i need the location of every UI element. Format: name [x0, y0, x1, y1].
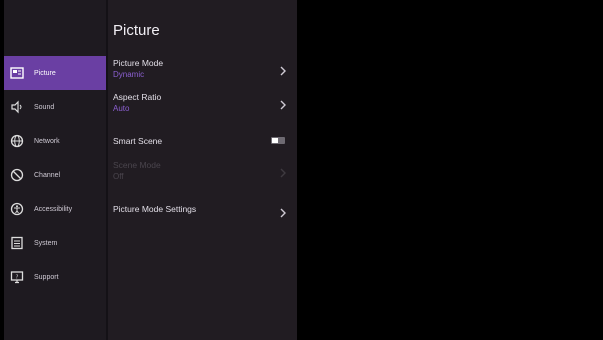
scene-mode-value: Off: [113, 172, 124, 181]
sidebar-item-label: Channel: [34, 171, 61, 179]
aspect-ratio-label: Aspect Ratio: [113, 92, 162, 102]
sidebar-item-system[interactable]: System: [4, 226, 106, 260]
sidebar-item-sound[interactable]: Sound: [4, 90, 106, 124]
picture-mode-settings-label: Picture Mode Settings: [113, 204, 197, 214]
picture-preview-area: [297, 0, 603, 340]
accessibility-icon: [10, 202, 24, 216]
sidebar-item-support[interactable]: ? Support: [4, 260, 106, 294]
sidebar-item-picture[interactable]: Picture: [4, 56, 106, 90]
sidebar-item-label: Picture: [34, 69, 56, 77]
sidebar-item-label: System: [34, 239, 58, 247]
smart-scene-toggle[interactable]: [271, 137, 285, 144]
picture-settings-panel: Picture Picture Mode Dynamic Aspect Rati…: [108, 0, 297, 340]
sidebar-item-channel[interactable]: Channel: [4, 158, 106, 192]
picture-mode-settings-option[interactable]: Picture Mode Settings: [113, 204, 293, 218]
sidebar-item-network[interactable]: Network: [4, 124, 106, 158]
sidebar-item-label: Network: [34, 137, 60, 145]
chevron-right-icon: [279, 165, 287, 178]
sidebar-item-label: Support: [34, 273, 59, 281]
support-icon: ?: [10, 270, 24, 284]
sidebar-item-accessibility[interactable]: Accessibility: [4, 192, 106, 226]
smart-scene-label: Smart Scene: [113, 136, 163, 146]
tv-settings-screen: Picture Sound Network Channel Accessibil: [0, 0, 603, 340]
aspect-ratio-option[interactable]: Aspect Ratio Auto: [113, 92, 293, 114]
svg-text:?: ?: [16, 274, 19, 280]
smart-scene-option[interactable]: Smart Scene: [113, 136, 293, 148]
scene-mode-label: Scene Mode: [113, 160, 161, 170]
channel-icon: [10, 168, 24, 182]
chevron-right-icon: [279, 205, 287, 218]
chevron-right-icon: [279, 97, 287, 110]
picture-mode-option[interactable]: Picture Mode Dynamic: [113, 58, 293, 80]
aspect-ratio-value: Auto: [113, 104, 130, 113]
globe-icon: [10, 134, 24, 148]
scene-mode-option: Scene Mode Off: [113, 160, 293, 182]
page-title: Picture: [113, 22, 160, 39]
picture-mode-value: Dynamic: [113, 70, 145, 79]
system-icon: [10, 236, 24, 250]
sidebar-item-label: Sound: [34, 103, 55, 111]
picture-mode-label: Picture Mode: [113, 58, 164, 68]
chevron-right-icon: [279, 63, 287, 76]
speaker-icon: [10, 100, 24, 114]
sidebar-item-label: Accessibility: [34, 205, 73, 213]
settings-sidebar: Picture Sound Network Channel Accessibil: [4, 0, 106, 340]
toggle-knob: [272, 138, 278, 143]
picture-icon: [10, 66, 24, 80]
